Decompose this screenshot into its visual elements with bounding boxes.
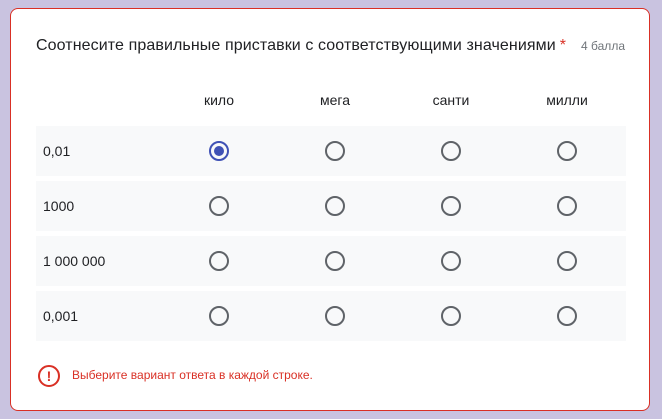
radio-option[interactable] — [325, 196, 345, 216]
radio-option[interactable] — [441, 251, 461, 271]
radio-option[interactable] — [209, 196, 229, 216]
question-title: Соотнесите правильные приставки с соотве… — [36, 37, 566, 55]
grid-row: 1 000 000 — [36, 236, 626, 286]
radio-option[interactable] — [209, 141, 229, 161]
required-asterisk: * — [559, 37, 567, 54]
radio-option[interactable] — [325, 251, 345, 271]
radio-option[interactable] — [441, 141, 461, 161]
question-card: Соотнесите правильные приставки с соотве… — [10, 8, 650, 411]
radio-option[interactable] — [557, 306, 577, 326]
question-title-text: Соотнесите правильные приставки с соотве… — [36, 37, 556, 54]
row-label: 0,001 — [43, 308, 79, 324]
row-label: 0,01 — [43, 143, 71, 159]
exclamation-icon: ! — [38, 365, 60, 387]
row-label: 1 000 000 — [43, 253, 106, 269]
radio-option[interactable] — [557, 251, 577, 271]
grid-row: 0,01 — [36, 126, 626, 176]
radio-option[interactable] — [441, 306, 461, 326]
column-header-milli: милли — [546, 92, 588, 108]
column-header-kilo: кило — [203, 92, 235, 108]
radio-option[interactable] — [325, 141, 345, 161]
validation-error-message: Выберите вариант ответа в каждой строке. — [72, 368, 313, 382]
grid-row: 1000 — [36, 181, 626, 231]
radio-option[interactable] — [325, 306, 345, 326]
column-header-mega: мега — [320, 92, 350, 108]
radio-option[interactable] — [441, 196, 461, 216]
grid-row: 0,001 — [36, 291, 626, 341]
question-points: 4 балла — [581, 39, 625, 53]
radio-option[interactable] — [209, 251, 229, 271]
column-header-santi: санти — [432, 92, 470, 108]
question-header: Соотнесите правильные приставки с соотве… — [36, 37, 625, 57]
radio-option[interactable] — [557, 141, 577, 161]
radio-option[interactable] — [209, 306, 229, 326]
radio-option[interactable] — [557, 196, 577, 216]
row-label: 1000 — [43, 198, 75, 214]
